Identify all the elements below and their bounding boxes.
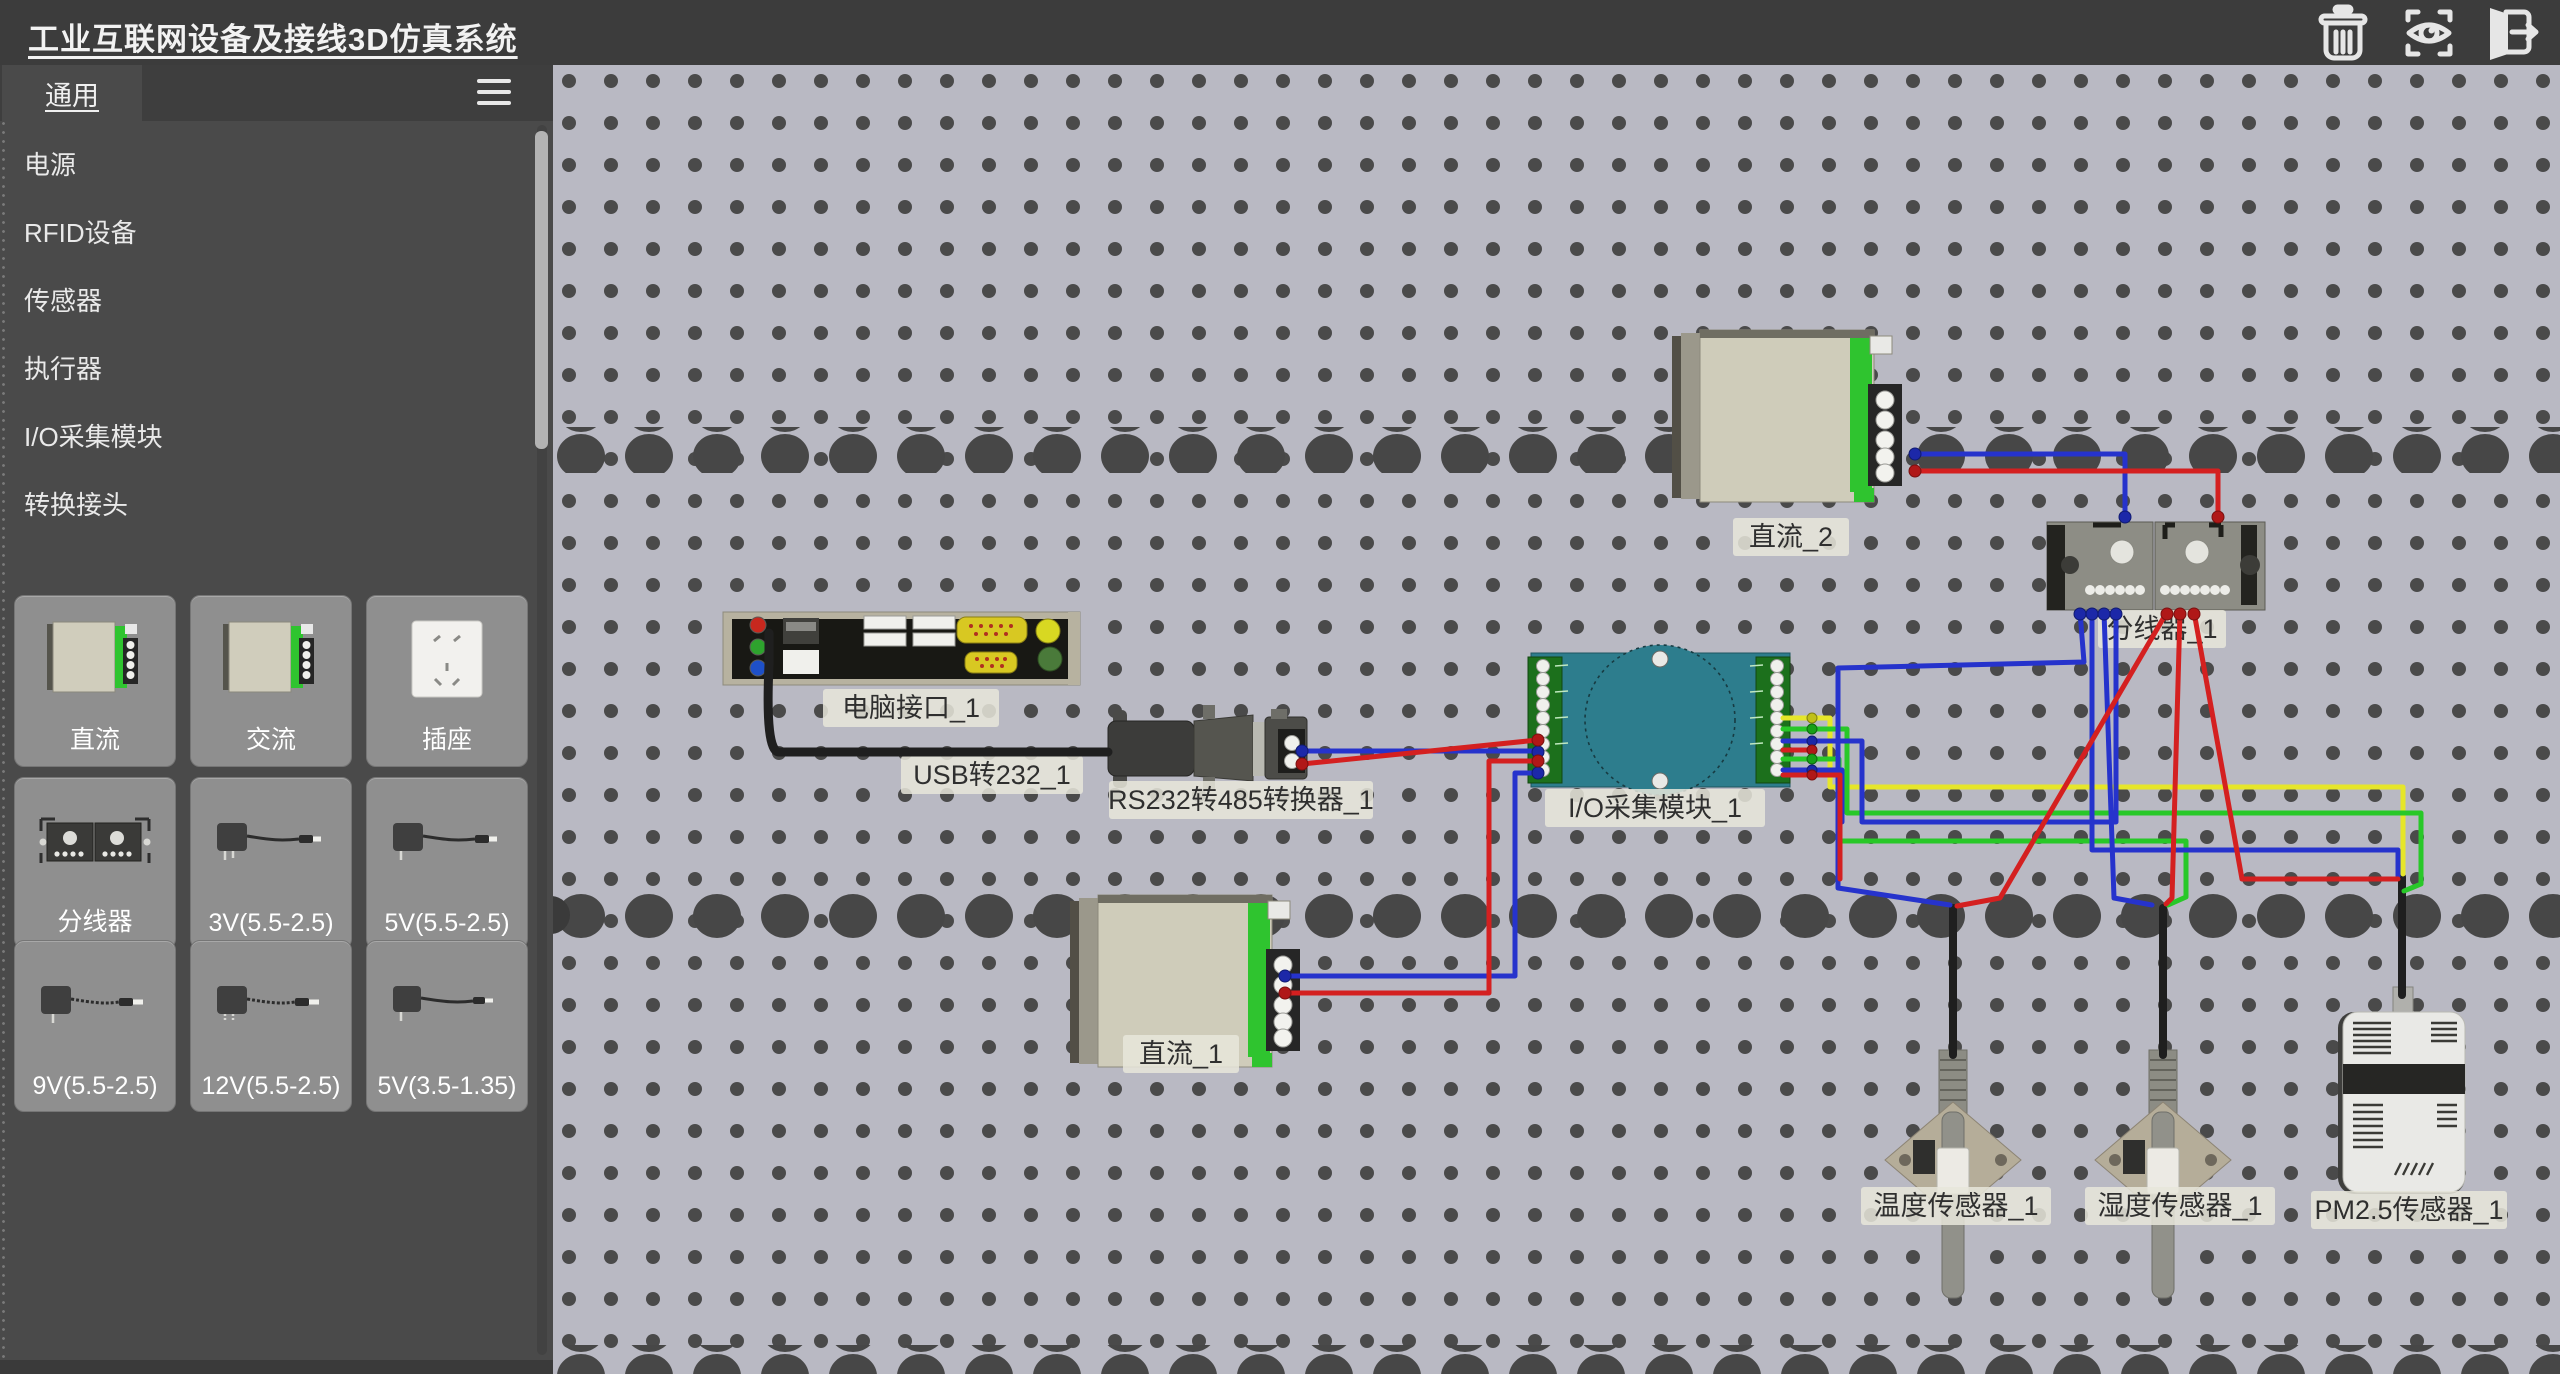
tab-general-label: 通用	[45, 74, 99, 113]
pegboard-slot-row-3	[553, 1345, 2560, 1374]
adapter-thumbnail	[367, 786, 527, 896]
tile-label: 5V(5.5-2.5)	[367, 909, 527, 938]
sidebar-scrollbar-thumb[interactable]	[535, 131, 548, 449]
adapter-thumbnail	[15, 949, 175, 1059]
trash-icon[interactable]	[2314, 4, 2372, 62]
svg-text:电脑接口_1: 电脑接口_1	[842, 693, 980, 723]
adapter-thumbnail	[191, 786, 351, 896]
svg-text:温度传感器_1: 温度传感器_1	[1873, 1191, 2038, 1221]
pegboard-slot-row-2	[553, 892, 2560, 938]
tile-label: 插座	[367, 720, 527, 756]
title-bar: 工业互联网设备及接线3D仿真系统	[0, 0, 2560, 65]
label-pc-port1: 电脑接口_1	[823, 689, 999, 727]
device-pm25-sensor[interactable]	[2338, 987, 2465, 1194]
svg-text:PM2.5传感器_1: PM2.5传感器_1	[2314, 1195, 2503, 1225]
exit-door-icon[interactable]	[2482, 4, 2540, 62]
tile-adapter-3v[interactable]: 3V(5.5-2.5)	[190, 777, 352, 949]
svg-text:湿度传感器_1: 湿度传感器_1	[2097, 1191, 2262, 1221]
label-humidity-sensor: 湿度传感器_1	[2085, 1187, 2275, 1225]
label-temp-sensor: 温度传感器_1	[1861, 1187, 2051, 1225]
adapter-thumbnail	[367, 949, 527, 1059]
psu-thumbnail	[191, 604, 351, 714]
tile-splitter[interactable]: 分线器	[14, 777, 176, 949]
splitter-thumbnail	[15, 786, 175, 896]
svg-text:I/O采集模块_1: I/O采集模块_1	[1568, 793, 1742, 823]
socket-thumbnail	[367, 604, 527, 714]
tile-adapter-9v[interactable]: 9V(5.5-2.5)	[14, 940, 176, 1112]
label-usb232: USB转232_1	[901, 756, 1083, 794]
menu-item-io-module[interactable]: I/O采集模块	[0, 403, 553, 471]
menu-item-sensor[interactable]: 传感器	[0, 267, 553, 335]
svg-text:USB转232_1: USB转232_1	[913, 760, 1071, 790]
tile-label: 12V(5.5-2.5)	[191, 1072, 351, 1101]
view-eye-icon[interactable]	[2400, 4, 2458, 62]
category-menu: 电源 RFID设备 传感器 执行器 I/O采集模块 转换接头	[0, 131, 553, 539]
menu-item-power[interactable]: 电源	[0, 131, 553, 199]
app-title: 工业互联网设备及接线3D仿真系统	[28, 14, 518, 59]
device-pc-port[interactable]	[723, 612, 1080, 685]
tile-label: 直流	[15, 720, 175, 756]
menu-hamburger-icon[interactable]	[477, 79, 511, 107]
svg-text:直流_1: 直流_1	[1139, 1039, 1223, 1069]
tile-dc-power[interactable]: 直流	[14, 595, 176, 767]
svg-text:直流_2: 直流_2	[1749, 522, 1833, 552]
device-io-module[interactable]	[1528, 645, 1790, 795]
menu-item-actuator[interactable]: 执行器	[0, 335, 553, 403]
sidebar-tabrow: 通用	[0, 65, 553, 121]
device-library-sidebar: 通用 电源 RFID设备 传感器 执行器 I/O采集模块 转换接头	[0, 65, 553, 1374]
device-dc-power-2[interactable]	[1672, 330, 1902, 502]
svg-text:RS232转485转换器_1: RS232转485转换器_1	[1108, 785, 1374, 815]
pegboard-slot-row-1	[553, 427, 2560, 473]
tile-label: 9V(5.5-2.5)	[15, 1072, 175, 1101]
menu-item-adapter[interactable]: 转换接头	[0, 471, 553, 539]
tile-label: 交流	[191, 720, 351, 756]
tile-label: 分线器	[15, 902, 175, 938]
psu-thumbnail	[15, 604, 175, 714]
label-dc2: 直流_2	[1733, 518, 1849, 556]
door-leaf	[2490, 8, 2508, 60]
tile-adapter-5v-small[interactable]: 5V(3.5-1.35)	[366, 940, 528, 1112]
app-window: 工业互联网设备及接线3D仿真系统	[0, 0, 2560, 1374]
label-rs232-485: RS232转485转换器_1	[1108, 781, 1374, 819]
workspace-canvas[interactable]: 直流_2 分线器_1 电脑接口_1 USB转232_1 RS232转485转换器…	[553, 65, 2560, 1374]
tile-socket[interactable]: 插座	[366, 595, 528, 767]
label-pm25-sensor: PM2.5传感器_1	[2311, 1191, 2507, 1229]
tile-adapter-5v[interactable]: 5V(5.5-2.5)	[366, 777, 528, 949]
tab-general[interactable]: 通用	[2, 65, 142, 121]
label-dc1: 直流_1	[1123, 1035, 1239, 1073]
device-splitter[interactable]	[2047, 522, 2265, 610]
menu-item-rfid[interactable]: RFID设备	[0, 199, 553, 267]
label-io-module: I/O采集模块_1	[1545, 789, 1765, 827]
sidebar-bottom-band	[0, 1360, 553, 1374]
tile-label: 3V(5.5-2.5)	[191, 909, 351, 938]
tile-adapter-12v[interactable]: 12V(5.5-2.5)	[190, 940, 352, 1112]
adapter-thumbnail	[191, 949, 351, 1059]
tile-label: 5V(3.5-1.35)	[367, 1072, 527, 1101]
tile-ac-power[interactable]: 交流	[190, 595, 352, 767]
